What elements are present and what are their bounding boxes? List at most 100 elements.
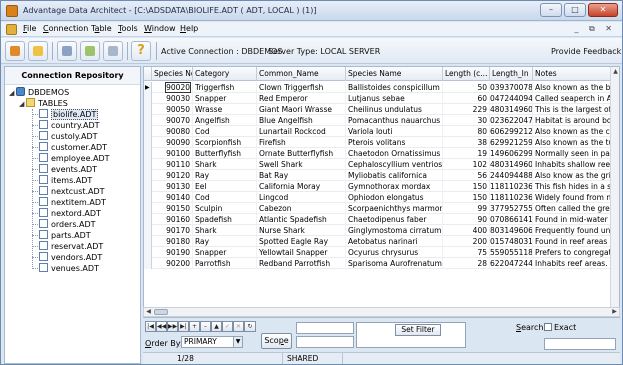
table-cell[interactable]: 2440944882 <box>490 170 533 181</box>
table-cell[interactable]: 102 <box>443 159 490 170</box>
close-button[interactable]: ✕ <box>588 3 618 17</box>
table-cell[interactable]: 6299212598 <box>490 137 533 148</box>
table-cell[interactable]: Giant Maori Wrasse <box>257 104 346 115</box>
table-cell[interactable]: Pterois volitans <box>346 137 443 148</box>
table-cell[interactable]: Eel <box>193 181 257 192</box>
row-indicator[interactable] <box>144 137 152 148</box>
checkbox-icon[interactable] <box>544 323 552 331</box>
table-row[interactable]: 90180 Ray Spotted Eagle Ray Aetobatus narin… <box>144 236 619 247</box>
table-row[interactable]: 90110 Shark Swell Shark Cephaloscyllium ven… <box>144 159 619 170</box>
table-cell[interactable]: 90180 <box>152 236 193 247</box>
disconnect-button[interactable] <box>103 41 123 61</box>
sql-button[interactable] <box>57 41 77 61</box>
delete-record-button[interactable]: – <box>200 321 211 332</box>
tree-node-table[interactable]: events.ADT <box>39 164 97 175</box>
row-indicator[interactable] <box>144 247 152 258</box>
table-cell[interactable]: Butterflyfish <box>193 148 257 159</box>
tree-node-dbdemos[interactable]: ◢ DBDEMOS <box>9 87 69 98</box>
table-cell[interactable]: 1181102362 <box>490 192 533 203</box>
table-cell[interactable]: Nurse Shark <box>257 225 346 236</box>
table-cell[interactable]: Inhabits shallow reef <box>533 159 612 170</box>
row-indicator[interactable] <box>144 93 152 104</box>
table-cell[interactable]: Chaetodipenus faber <box>346 214 443 225</box>
table-row[interactable]: 90050 Wrasse Giant Maori Wrasse Cheilinus u… <box>144 104 619 115</box>
table-cell[interactable]: Firefish <box>257 137 346 148</box>
row-indicator[interactable] <box>144 203 152 214</box>
table-cell[interactable]: 6220472441 <box>490 258 533 269</box>
row-indicator[interactable] <box>144 159 152 170</box>
table-cell[interactable]: Snapper <box>193 93 257 104</box>
table-cell[interactable]: Shark <box>193 159 257 170</box>
table-cell[interactable]: 38 <box>443 137 490 148</box>
row-indicator[interactable] <box>144 104 152 115</box>
table-cell[interactable]: Called seaperch in A <box>533 93 612 104</box>
row-indicator[interactable] <box>144 225 152 236</box>
table-cell[interactable]: 4803149606 <box>490 104 533 115</box>
table-cell[interactable]: Widely found from n <box>533 192 612 203</box>
table-cell[interactable]: Found in mid-water <box>533 214 612 225</box>
table-cell[interactable]: Lingcod <box>257 192 346 203</box>
table-cell[interactable]: Red Emperor <box>257 93 346 104</box>
row-indicator[interactable] <box>144 148 152 159</box>
table-cell[interactable]: 90130 <box>152 181 193 192</box>
table-row[interactable]: 90120 Ray Bat Ray Myliobatis californica 56 2… <box>144 170 619 181</box>
table-cell[interactable]: Blue Angelfish <box>257 115 346 126</box>
column-header[interactable]: Length_In <box>490 67 533 81</box>
table-row[interactable]: 90030 Snapper Red Emperor Lutjanus sebae 60 0… <box>144 93 619 104</box>
row-indicator[interactable] <box>144 115 152 126</box>
menu-help[interactable]: Help <box>180 24 198 33</box>
table-cell[interactable]: 0472440945 <box>490 93 533 104</box>
row-indicator[interactable] <box>144 236 152 247</box>
table-cell[interactable]: 90 <box>443 214 490 225</box>
table-cell[interactable]: 90200 <box>152 258 193 269</box>
tree-node-table[interactable]: reservat.ADT <box>39 241 103 252</box>
tree-node-table[interactable]: biolife.ADT <box>39 109 99 120</box>
table-row[interactable]: 90170 Shark Nurse Shark Ginglymostoma cirra… <box>144 225 619 236</box>
table-cell[interactable]: Ballistoides conspicillum <box>346 82 443 93</box>
table-cell[interactable]: Often called the grea <box>533 203 612 214</box>
collapse-arrow-icon[interactable]: ◢ <box>19 99 26 110</box>
table-cell[interactable]: 90020 <box>152 82 193 93</box>
table-cell[interactable]: 90190 <box>152 247 193 258</box>
table-cell[interactable]: Frequently found un <box>533 225 612 236</box>
tree-node-table[interactable]: custoly.ADT <box>39 131 98 142</box>
table-cell[interactable]: 400 <box>443 225 490 236</box>
table-cell[interactable]: 90090 <box>152 137 193 148</box>
table-cell[interactable]: 150 <box>443 181 490 192</box>
table-cell[interactable]: Ophiodon elongatus <box>346 192 443 203</box>
chevron-down-icon[interactable]: ▼ <box>233 337 242 347</box>
post-record-button[interactable]: ✓ <box>222 321 233 332</box>
column-header[interactable]: Species No <box>152 67 193 81</box>
menu-window[interactable]: Window <box>144 24 176 33</box>
table-cell[interactable]: 30 <box>443 115 490 126</box>
scope-button[interactable]: Scope <box>261 333 292 349</box>
table-cell[interactable]: Pomacanthus nauarchus <box>346 115 443 126</box>
row-indicator[interactable] <box>144 192 152 203</box>
table-cell[interactable]: 19 <box>443 148 490 159</box>
row-indicator[interactable] <box>144 214 152 225</box>
table-cell[interactable]: Sparisoma Aurofrenatum <box>346 258 443 269</box>
table-cell[interactable]: Chaetodon Ornatissimus <box>346 148 443 159</box>
filter-input[interactable]: Set Filter <box>356 322 466 348</box>
table-row[interactable]: 90080 Cod Lunartail Rockcod Variola louti 80… <box>144 126 619 137</box>
table-cell[interactable]: Wrasse <box>193 104 257 115</box>
set-filter-button[interactable]: Set Filter <box>395 324 441 336</box>
table-cell[interactable]: Normally seen in pai <box>533 148 612 159</box>
horizontal-scrollbar[interactable]: ◀ ▶ <box>143 307 620 317</box>
insert-record-button[interactable]: + <box>189 321 200 332</box>
table-row[interactable]: 90160 Spadefish Atlantic Spadefish Chaetodi… <box>144 214 619 225</box>
table-cell[interactable]: 0236220472 <box>490 115 533 126</box>
table-cell[interactable]: Lutjanus sebae <box>346 93 443 104</box>
edit-record-button[interactable]: ▲ <box>211 321 222 332</box>
row-indicator[interactable] <box>144 126 152 137</box>
menu-connection[interactable]: Connection <box>43 24 88 33</box>
help-button[interactable]: ? <box>131 41 151 61</box>
table-cell[interactable]: Bat Ray <box>257 170 346 181</box>
table-cell[interactable]: Swell Shark <box>257 159 346 170</box>
order-by-select[interactable]: PRIMARY ▼ <box>181 336 243 348</box>
tree-node-table[interactable]: employee.ADT <box>39 153 110 164</box>
table-cell[interactable]: Inhabits reef areas. T <box>533 258 612 269</box>
table-cell[interactable]: Cheilinus undulatus <box>346 104 443 115</box>
table-cell[interactable]: Ocyurus chrysurus <box>346 247 443 258</box>
table-row[interactable]: 90150 Sculpin Cabezon Scorpaenichthys marmo… <box>144 203 619 214</box>
